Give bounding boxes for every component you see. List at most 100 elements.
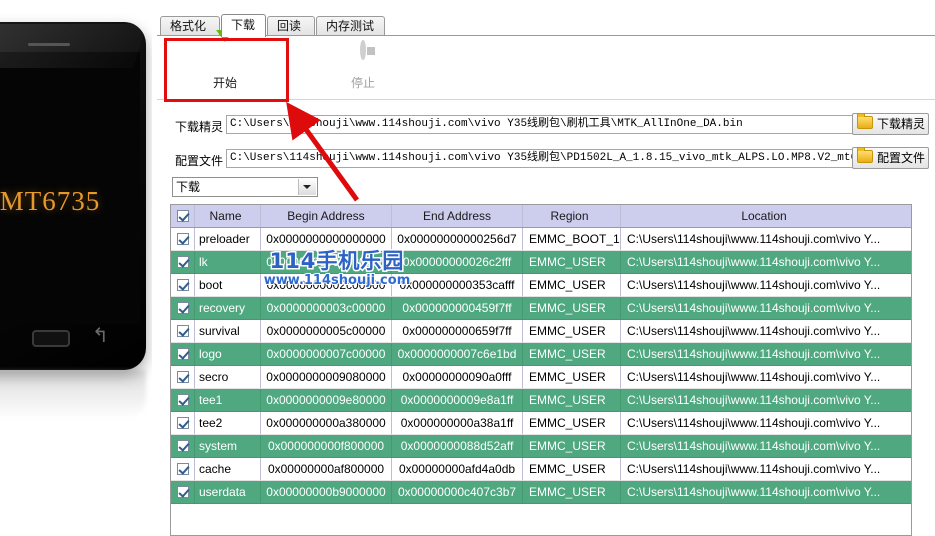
device-photo: MT6735 ↰ <box>0 0 152 536</box>
table-row[interactable]: system0x000000000f8000000x0000000088d52a… <box>171 435 911 458</box>
tab-memory-test[interactable]: 内存测试 <box>316 16 385 36</box>
cell-end-address: 0x00000000c407c3b7 <box>392 481 523 503</box>
cell-name: lk <box>195 251 261 273</box>
flash-tool-panel: 格式化 下载 回读 内存测试 开始 停止 下载精灵 C:\Users\114sh… <box>152 0 935 536</box>
table-row[interactable]: survival0x0000000005c000000x000000000659… <box>171 320 911 343</box>
column-header-location[interactable]: Location <box>621 205 911 227</box>
column-header-region[interactable]: Region <box>523 205 621 227</box>
chevron-down-icon[interactable] <box>298 179 316 195</box>
choose-download-agent-button[interactable]: 下载精灵 <box>852 113 929 135</box>
cell-begin-address: 0x000000000f800000 <box>261 435 392 457</box>
cell-region: EMMC_USER <box>523 320 621 342</box>
column-header-end-address[interactable]: End Address <box>392 205 523 227</box>
table-row[interactable]: recovery0x0000000003c000000x000000000459… <box>171 297 911 320</box>
cell-region: EMMC_USER <box>523 274 621 296</box>
cell-location: C:\Users\114shouji\www.114shouji.com\viv… <box>621 274 911 296</box>
cell-end-address: 0x00000000090a0fff <box>392 366 523 388</box>
cell-location: C:\Users\114shouji\www.114shouji.com\viv… <box>621 297 911 319</box>
cell-location: C:\Users\114shouji\www.114shouji.com\viv… <box>621 458 911 480</box>
column-header-name[interactable]: Name <box>195 205 261 227</box>
cell-location: C:\Users\114shouji\www.114shouji.com\viv… <box>621 389 911 411</box>
partition-table[interactable]: Name Begin Address End Address Region Lo… <box>170 204 912 536</box>
cell-begin-address: 0x0000000009080000 <box>261 366 392 388</box>
stop-button[interactable]: 停止 <box>303 40 423 94</box>
cell-location: C:\Users\114shouji\www.114shouji.com\viv… <box>621 251 911 273</box>
start-button[interactable]: 开始 <box>165 40 285 94</box>
cell-location: C:\Users\114shouji\www.114shouji.com\viv… <box>621 412 911 434</box>
choose-download-agent-label: 下载精灵 <box>877 117 925 131</box>
cell-end-address: 0x00000000026c2fff <box>392 251 523 273</box>
cell-begin-address: 0x00000000b9000000 <box>261 481 392 503</box>
cell-end-address: 0x000000000659f7ff <box>392 320 523 342</box>
row-checkbox[interactable] <box>171 297 195 319</box>
cell-end-address: 0x0000000088d52aff <box>392 435 523 457</box>
row-checkbox[interactable] <box>171 343 195 365</box>
column-header-begin-address[interactable]: Begin Address <box>261 205 392 227</box>
cell-begin-address: 0x0000000002680000 <box>261 251 392 273</box>
row-checkbox[interactable] <box>171 251 195 273</box>
start-button-label: 开始 <box>165 74 285 91</box>
cell-name: recovery <box>195 297 261 319</box>
home-button-icon <box>32 330 70 347</box>
table-row[interactable]: lk0x00000000026800000x00000000026c2fffEM… <box>171 251 911 274</box>
cell-begin-address: 0x0000000003c00000 <box>261 297 392 319</box>
phone-reflection <box>0 370 146 420</box>
cell-region: EMMC_BOOT_1 <box>523 228 621 250</box>
back-arrow-icon: ↰ <box>92 326 114 346</box>
table-row[interactable]: logo0x0000000007c000000x0000000007c6e1bd… <box>171 343 911 366</box>
cell-location: C:\Users\114shouji\www.114shouji.com\viv… <box>621 366 911 388</box>
scatter-file-label: 配置文件 <box>175 152 223 169</box>
table-row[interactable]: tee10x0000000009e800000x0000000009e8a1ff… <box>171 389 911 412</box>
row-checkbox[interactable] <box>171 412 195 434</box>
select-all-checkbox[interactable] <box>171 205 195 227</box>
download-mode-select[interactable]: 下载 <box>172 177 318 197</box>
cell-location: C:\Users\114shouji\www.114shouji.com\viv… <box>621 435 911 457</box>
download-agent-input[interactable]: C:\Users\114shouji\www.114shouji.com\viv… <box>226 115 920 134</box>
stop-circle-icon <box>303 43 423 73</box>
tab-readback[interactable]: 回读 <box>267 16 315 36</box>
table-body: preloader0x00000000000000000x00000000000… <box>171 228 911 504</box>
cell-begin-address: 0x0000000002c00000 <box>261 274 392 296</box>
cell-region: EMMC_USER <box>523 435 621 457</box>
table-row[interactable]: userdata0x00000000b90000000x00000000c407… <box>171 481 911 504</box>
cell-begin-address: 0x000000000a380000 <box>261 412 392 434</box>
cell-begin-address: 0x0000000007c00000 <box>261 343 392 365</box>
cell-begin-address: 0x0000000000000000 <box>261 228 392 250</box>
cell-begin-address: 0x0000000009e80000 <box>261 389 392 411</box>
row-checkbox[interactable] <box>171 458 195 480</box>
scatter-file-input[interactable]: C:\Users\114shouji\www.114shouji.com\viv… <box>226 149 920 168</box>
table-row[interactable]: preloader0x00000000000000000x00000000000… <box>171 228 911 251</box>
row-checkbox[interactable] <box>171 320 195 342</box>
cell-end-address: 0x0000000007c6e1bd <box>392 343 523 365</box>
cell-region: EMMC_USER <box>523 297 621 319</box>
cell-region: EMMC_USER <box>523 412 621 434</box>
cell-region: EMMC_USER <box>523 343 621 365</box>
table-row[interactable]: boot0x0000000002c000000x000000000353caff… <box>171 274 911 297</box>
cell-end-address: 0x00000000afd4a0db <box>392 458 523 480</box>
toolbar: 开始 停止 <box>157 36 935 100</box>
table-row[interactable]: tee20x000000000a3800000x000000000a38a1ff… <box>171 412 911 435</box>
choose-scatter-file-button[interactable]: 配置文件 <box>852 147 929 169</box>
row-checkbox[interactable] <box>171 366 195 388</box>
cell-end-address: 0x00000000000256d7 <box>392 228 523 250</box>
cell-name: tee1 <box>195 389 261 411</box>
tab-format[interactable]: 格式化 <box>160 16 220 36</box>
row-checkbox[interactable] <box>171 228 195 250</box>
row-checkbox[interactable] <box>171 481 195 503</box>
cell-begin-address: 0x00000000af800000 <box>261 458 392 480</box>
tab-download[interactable]: 下载 <box>221 14 266 37</box>
row-checkbox[interactable] <box>171 274 195 296</box>
cell-name: tee2 <box>195 412 261 434</box>
cell-name: cache <box>195 458 261 480</box>
table-row[interactable]: secro0x00000000090800000x00000000090a0ff… <box>171 366 911 389</box>
row-checkbox[interactable] <box>171 389 195 411</box>
download-agent-label: 下载精灵 <box>175 118 223 135</box>
green-down-arrow-icon <box>165 43 285 73</box>
table-row[interactable]: cache0x00000000af8000000x00000000afd4a0d… <box>171 458 911 481</box>
scatter-file-combo[interactable]: C:\Users\114shouji\www.114shouji.com\viv… <box>226 149 920 168</box>
cell-end-address: 0x000000000459f7ff <box>392 297 523 319</box>
row-checkbox[interactable] <box>171 435 195 457</box>
table-header-row: Name Begin Address End Address Region Lo… <box>171 205 911 228</box>
cell-end-address: 0x0000000009e8a1ff <box>392 389 523 411</box>
cell-region: EMMC_USER <box>523 389 621 411</box>
